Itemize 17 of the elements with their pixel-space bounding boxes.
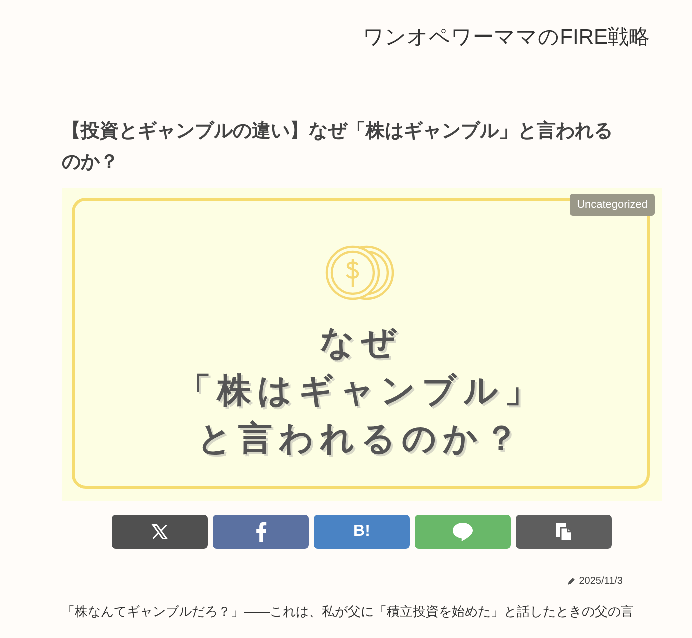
facebook-icon <box>255 522 267 542</box>
copy-icon <box>555 522 573 542</box>
category-badge[interactable]: Uncategorized <box>570 194 655 216</box>
copy-share-button[interactable] <box>516 514 612 548</box>
eyecatch-text: 「株はギャンブル」 <box>177 370 545 412</box>
pencil-icon <box>568 577 576 585</box>
article-title: 【投資とギャンブルの違い】なぜ「株はギャンブル」と言われるのか？ <box>62 120 614 174</box>
speech-bubble-icon <box>452 522 474 542</box>
coins-icon <box>325 244 397 300</box>
hatena-share-button[interactable]: B! <box>314 514 410 548</box>
post-date: 2025/11/3 <box>579 574 623 588</box>
x-logo-icon <box>151 522 169 540</box>
site-title[interactable]: ワンオペワーママのFIRE戦略 <box>363 22 650 54</box>
facebook-share-button[interactable] <box>213 514 309 548</box>
eyecatch-text: なぜ <box>320 322 402 364</box>
x-share-button[interactable] <box>112 514 208 548</box>
eyecatch-text: と言われるのか？ <box>198 418 524 460</box>
